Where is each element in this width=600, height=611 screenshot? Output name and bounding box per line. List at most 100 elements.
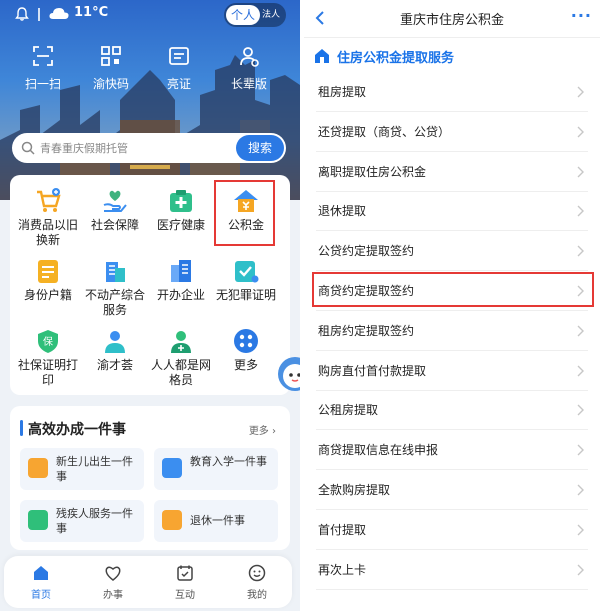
list-item[interactable]: 商贷提取信息在线申报 [304,430,600,471]
chevron-right-icon [577,86,584,98]
home-screen: 11°C 个人 法人 扫一扫 渝快码 亮证 长辈版 青春重庆假期托管 搜索 消费… [0,0,300,611]
grid-item-household-registration[interactable]: 身份户籍 [15,257,81,303]
grid-item-real-estate[interactable]: 不动产综合服务 [82,257,148,318]
grid-item-yucaihui[interactable]: 渝才荟 [82,327,148,373]
search-bar[interactable]: 青春重庆假期托管 搜索 [12,133,286,163]
corporate-option[interactable]: 法人 [262,7,280,23]
elder-mode-button[interactable]: 长辈版 [214,45,284,92]
item-label: 退休一件事 [190,514,245,527]
search-button[interactable]: 搜索 [236,135,284,161]
chevron-right-icon [577,166,584,178]
tab-profile[interactable]: 我的 [232,564,282,601]
retirement-service-item[interactable]: 退休一件事 [154,500,278,542]
tab-services[interactable]: 办事 [88,564,138,601]
grid-item-medical[interactable]: 医疗健康 [148,187,214,233]
id-card-icon [169,47,189,65]
scan-icon [33,46,53,66]
grid-label: 医疗健康 [156,218,205,232]
show-certificate-label: 亮证 [166,77,191,91]
list-item-label: 公贷约定提取签约 [318,244,415,259]
school-enrollment-item[interactable]: 教育入学一件事 [154,448,278,490]
grid-label: 身份户籍 [23,288,72,302]
user-type-toggle[interactable]: 个人 法人 [224,3,286,27]
qr-code-icon [101,46,121,66]
list-item[interactable]: 租房提取 [304,72,600,112]
section-title: 高效办成一件事 [28,422,126,438]
hero-banner: 11°C 个人 法人 扫一扫 渝快码 亮证 长辈版 青春重庆假期托管 搜索 [0,0,300,200]
list-item-label: 退休提取 [318,204,367,219]
list-item[interactable]: 还贷提取（商贷、公贷） [304,112,600,152]
list-item[interactable]: 全款购房提取 [304,470,600,510]
list-item[interactable]: 首付提取 [304,510,600,550]
chevron-right-icon [577,564,584,576]
person-icon [105,331,125,353]
list-item[interactable]: 再次上卡 [304,550,600,590]
housing-fund-highlight [214,180,275,246]
tab-interaction[interactable]: 互动 [160,564,210,601]
status-bar: 11°C 个人 法人 [0,0,300,30]
more-link-label: 更多 [248,426,269,437]
list-item-label: 商贷提取信息在线申报 [318,443,439,458]
show-certificate-button[interactable]: 亮证 [144,45,214,92]
temperature-label: 11°C [74,5,109,20]
disability-service-item[interactable]: 残疾人服务一件事 [20,500,144,542]
chevron-right-icon [577,205,584,217]
grid-label: 人人都是网格员 [150,358,211,387]
building-icon [106,262,125,282]
mascot-float-icon[interactable] [275,354,300,394]
tab-home[interactable]: 首页 [16,564,66,601]
list-item-label: 离职提取住房公积金 [318,164,427,179]
chevron-right-icon [577,524,584,536]
cloud-icon [49,8,69,19]
scan-button[interactable]: 扫一扫 [8,45,78,92]
efficient-services-card: 高效办成一件事 更多 › 新生儿出生一件事 教育入学一件事 残疾人服务一件事 退… [10,406,290,550]
elder-mode-label: 长辈版 [230,77,267,91]
list-item[interactable]: 离职提取住房公积金 [304,152,600,192]
calendar-check-icon [177,565,193,581]
row-divider [316,588,588,590]
heart-hand-icon [103,190,127,212]
house-icon [315,49,329,63]
list-item-label: 公租房提取 [318,403,379,418]
bell-icon[interactable] [14,6,30,22]
search-input[interactable]: 青春重庆假期托管 [40,140,128,156]
tab-label: 我的 [247,590,267,601]
list-item[interactable]: 租房约定提取签约 [304,311,600,351]
heart-hand-icon [28,510,48,530]
grid-item-start-business[interactable]: 开办企业 [148,257,214,303]
chevron-right-icon [577,404,584,416]
grid-item-more[interactable]: 更多 [213,327,279,373]
grid-label: 开办企业 [156,288,205,302]
more-dots-icon [234,329,258,353]
list-item[interactable]: 退休提取 [304,191,600,232]
list-item-label: 全款购房提取 [318,483,391,497]
personal-option[interactable]: 个人 [226,5,260,25]
grid-item-no-crime-certificate[interactable]: 无犯罪证明 [213,257,279,303]
elder-person-icon [162,510,182,530]
grid-person-icon [171,331,191,353]
home-icon [34,566,48,580]
grid-item-social-security[interactable]: 社会保障 [82,187,148,233]
grid-item-trade-in[interactable]: 消费品以旧换新 [15,187,81,248]
smile-face-icon [248,564,266,582]
search-icon [21,141,35,155]
newborn-service-item[interactable]: 新生儿出生一件事 [20,448,144,490]
tab-label: 办事 [103,590,123,601]
grid-item-social-insurance-print[interactable]: 保 社保证明打印 [15,327,81,388]
list-item[interactable]: 公贷约定提取签约 [304,231,600,272]
grid-item-grid-member[interactable]: 人人都是网格员 [148,327,214,388]
grid-label: 更多 [233,358,258,372]
certificate-check-icon [235,261,259,283]
grid-label: 消费品以旧换新 [17,218,78,247]
list-item[interactable]: 购房直付首付款提取 [304,351,600,391]
chevron-right-icon [577,444,584,456]
list-item[interactable]: 公租房提取 [304,390,600,431]
graduation-cap-icon [162,458,182,478]
more-menu-icon[interactable]: ··· [571,6,592,25]
yukuaima-label: 渝快码 [92,77,129,91]
chevron-right-icon [577,484,584,496]
yukuaima-button[interactable]: 渝快码 [76,45,146,92]
list-item-label: 还贷提取（商贷、公贷） [318,124,451,139]
more-link[interactable]: 更多 › [249,422,276,437]
bottom-tab-bar: 首页 办事 互动 我的 [4,556,292,608]
